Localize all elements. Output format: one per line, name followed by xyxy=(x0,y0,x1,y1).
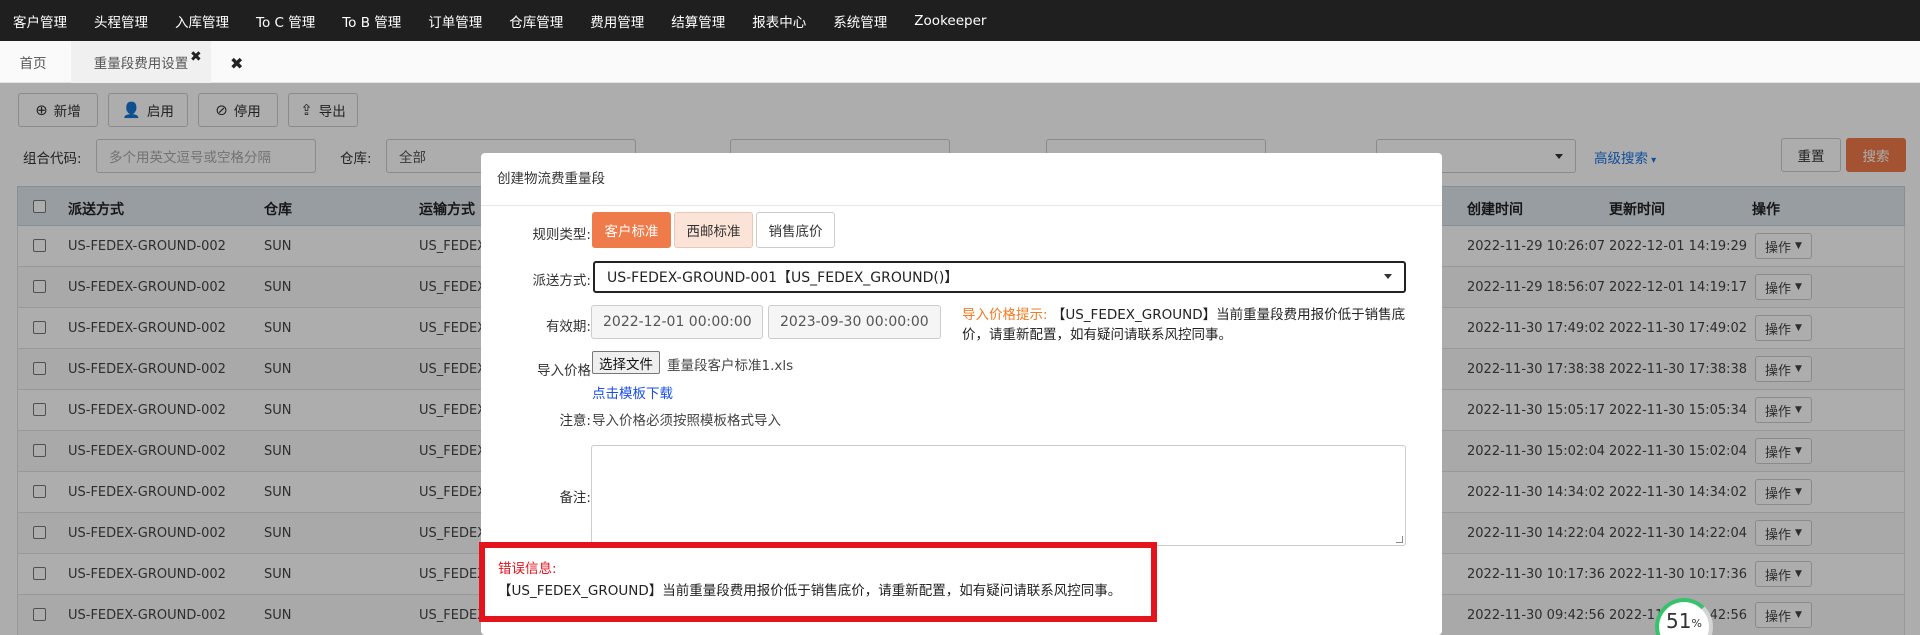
resize-handle[interactable] xyxy=(1396,536,1403,543)
nav-item[interactable]: To B 管理 xyxy=(329,11,415,31)
close-all-tabs-icon[interactable]: ✖ xyxy=(230,54,243,73)
nav-item[interactable]: 入库管理 xyxy=(162,11,243,31)
start-date-input[interactable]: 2022-12-01 00:00:00 xyxy=(591,305,763,339)
selected-file-name: 重量段客户标准1.xls xyxy=(667,358,794,374)
dialog-title: 创建物流费重量段 xyxy=(481,153,1442,206)
error-title: 错误信息: xyxy=(498,561,557,577)
rule-xiyou-standard-button[interactable]: 西邮标准 xyxy=(674,212,753,248)
progress-unit: % xyxy=(1691,617,1702,630)
nav-item[interactable]: 报表中心 xyxy=(739,11,820,31)
note-text: 导入价格必须按照模板格式导入 xyxy=(592,413,781,429)
nav-item[interactable]: 系统管理 xyxy=(820,11,901,31)
remark-textarea[interactable] xyxy=(591,445,1406,546)
nav-item[interactable]: 订单管理 xyxy=(415,11,496,31)
end-date-input[interactable]: 2023-09-30 00:00:00 xyxy=(768,305,941,339)
nav-item[interactable]: 仓库管理 xyxy=(496,11,577,31)
nav-item[interactable]: 头程管理 xyxy=(81,11,162,31)
delivery-method-value: US-FEDEX-GROUND-001【US_FEDEX_GROUND()】 xyxy=(607,270,959,286)
remark-label: 备注: xyxy=(559,490,591,506)
import-price-hint: 导入价格提示: 【US_FEDEX_GROUND】当前重量段费用报价低于销售底价… xyxy=(962,305,1422,345)
error-message: 【US_FEDEX_GROUND】当前重量段费用报价低于销售底价，请重新配置，如… xyxy=(498,583,1122,599)
validity-label: 有效期: xyxy=(545,319,591,335)
tab-home[interactable]: 首页 xyxy=(0,41,66,83)
error-message-box: 错误信息: 【US_FEDEX_GROUND】当前重量段费用报价低于销售底价，请… xyxy=(479,542,1157,622)
top-nav: 客户管理 头程管理 入库管理 To C 管理 To B 管理 订单管理 仓库管理 费用管理 结算… xyxy=(0,0,1920,41)
delivery-method-select[interactable]: US-FEDEX-GROUND-001【US_FEDEX_GROUND()】 xyxy=(593,261,1406,293)
hint-label: 导入价格提示: xyxy=(962,307,1048,323)
import-price-label: 导入价格 xyxy=(537,363,591,379)
rule-type-label: 规则类型: xyxy=(532,227,591,243)
rule-customer-standard-button[interactable]: 客户标准 xyxy=(592,212,671,248)
note-label: 注意: xyxy=(559,413,591,429)
nav-item[interactable]: 费用管理 xyxy=(577,11,658,31)
choose-file-button[interactable]: 选择文件 xyxy=(592,351,660,374)
nav-item[interactable]: Zookeeper xyxy=(901,13,1000,29)
nav-item[interactable]: 客户管理 xyxy=(0,11,81,31)
delivery-label: 派送方式: xyxy=(532,273,591,289)
nav-item[interactable]: 结算管理 xyxy=(658,11,739,31)
chevron-down-icon xyxy=(1384,274,1392,279)
progress-value: 51 xyxy=(1666,609,1692,633)
close-tab-icon[interactable]: ✖ xyxy=(190,49,202,65)
template-download-link[interactable]: 点击模板下载 xyxy=(592,382,673,402)
nav-item[interactable]: To C 管理 xyxy=(243,11,329,31)
rule-sales-floor-button[interactable]: 销售底价 xyxy=(756,212,835,248)
tab-bar: 首页 重量段费用设置 ✖ ✖ xyxy=(0,41,1920,83)
